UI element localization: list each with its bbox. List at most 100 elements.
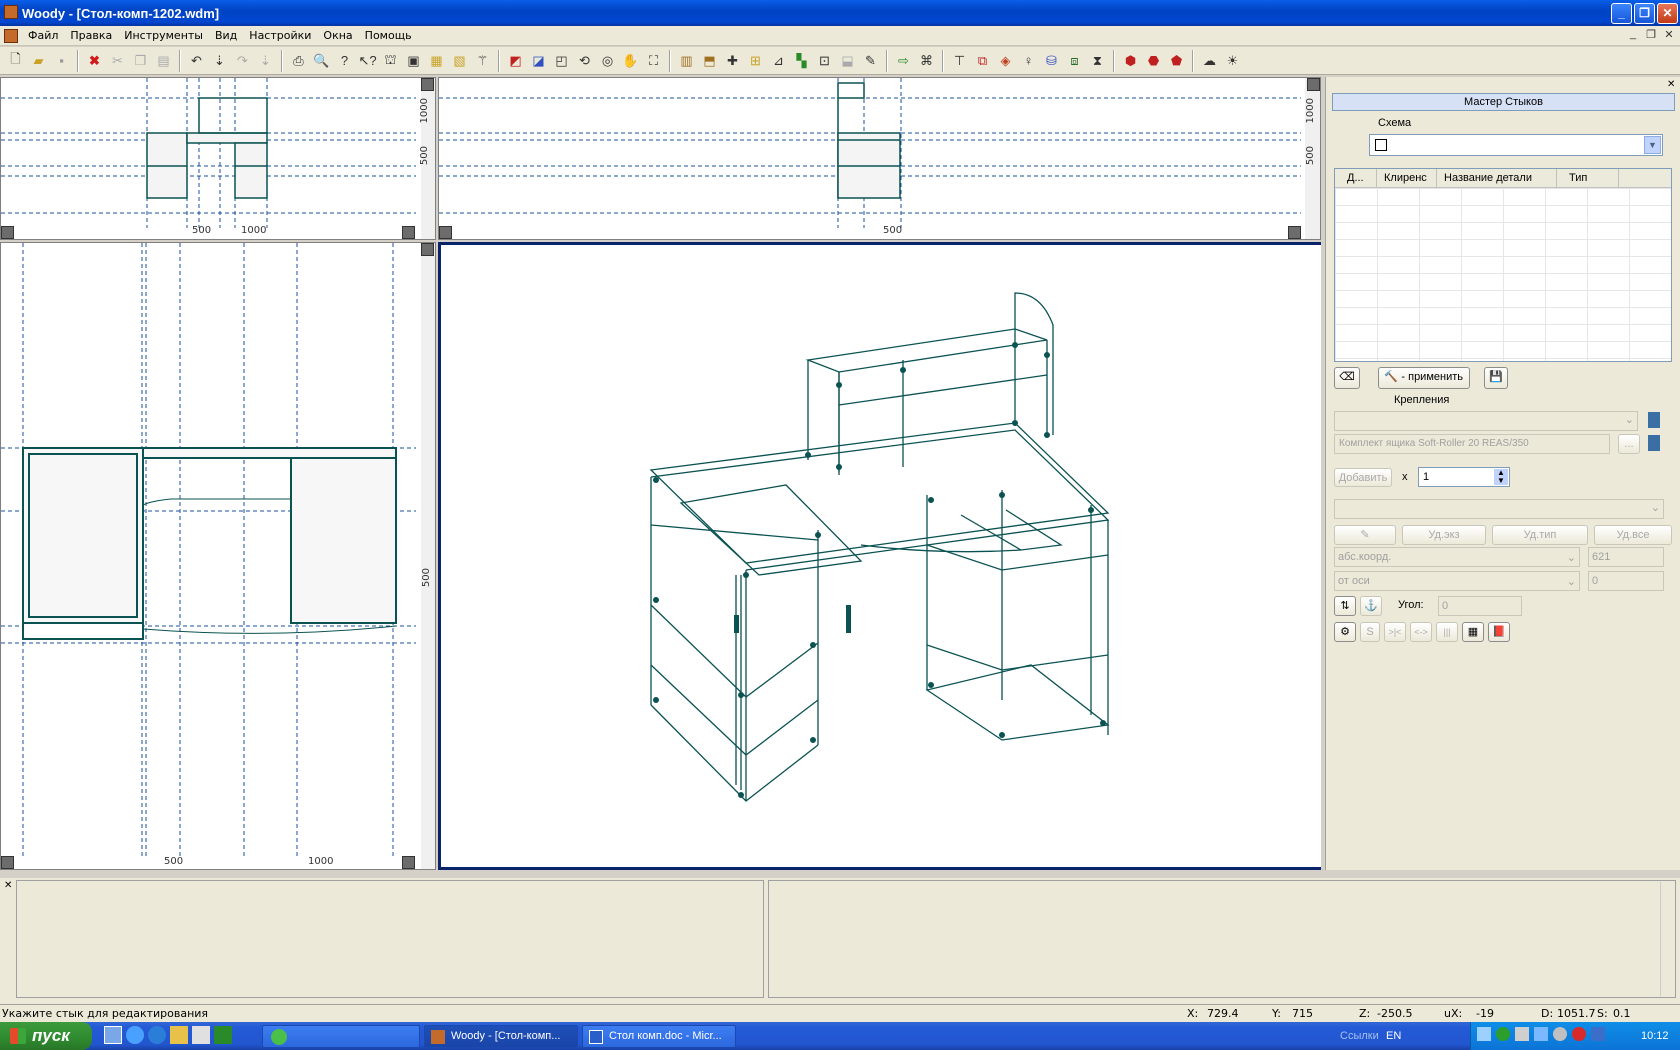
top-corner-br-icon[interactable] [402,856,415,869]
gear-button[interactable]: ⚙ [1334,622,1356,642]
start-button[interactable]: пуск [0,1022,92,1050]
undo-icon[interactable]: ↶ [186,50,207,71]
menu-settings[interactable]: Настройки [243,29,317,42]
drawer-icon[interactable]: ⊡ [814,50,835,71]
explorer-icon[interactable] [170,1026,188,1044]
joint-select[interactable]: ⌄ [1334,499,1664,519]
redo-list-icon[interactable]: ⇣ [255,50,276,71]
orbit-icon[interactable]: ◎ [597,50,618,71]
menu-file[interactable]: Файл [22,29,64,42]
task-app-quick[interactable] [262,1025,420,1048]
top-corner-tr-icon[interactable] [421,243,434,256]
edit-tool-icon[interactable]: ✎ [860,50,881,71]
front-corner-bl-icon[interactable] [1,226,14,239]
col-clearance[interactable]: Клиренс [1377,169,1437,187]
print-icon[interactable]: ⎙ [288,50,309,71]
col-d[interactable]: Д... [1335,169,1377,187]
new-file-icon[interactable]: 🗋 [5,50,26,71]
front-viewport[interactable]: 500 1000 1000 500 [0,77,436,240]
light-icon[interactable]: ☁ [1199,50,1220,71]
anchor-button[interactable]: ⚓ [1360,596,1382,616]
project-icon[interactable] [214,1026,232,1044]
tray-sync-icon[interactable] [1553,1027,1567,1041]
joint-icon[interactable]: ✚ [722,50,743,71]
flip-button[interactable]: ⇅ [1334,596,1356,616]
scheme-select[interactable]: ▼ [1369,134,1663,156]
zoom-extents-icon[interactable]: ⛶ [643,50,664,71]
eraser-button[interactable]: ⌫ [1334,367,1360,389]
box-icon[interactable]: ⬒ [699,50,720,71]
color-icon[interactable]: ▚ [791,50,812,71]
help-icon[interactable]: ? [334,50,355,71]
delete-all-button[interactable]: Уд.все [1594,525,1672,545]
top-viewport[interactable]: 500 1000 500 [0,242,436,870]
pan-icon[interactable]: ✋ [620,50,641,71]
show-desktop-icon[interactable] [104,1026,122,1044]
layers-icon[interactable]: ▦ [426,50,447,71]
side-viewport[interactable]: 500 1000 500 [438,77,1321,240]
cut-icon[interactable]: ✂ [107,50,128,71]
tray-volume-icon[interactable] [1515,1027,1529,1041]
output-pane-left[interactable] [16,880,764,998]
axis-mode-select[interactable]: от оси ⌄ [1334,571,1580,591]
undo-list-icon[interactable]: ⇣ [209,50,230,71]
tray-shield-icon[interactable] [1496,1027,1510,1041]
mini-spread-button[interactable]: <-> [1410,622,1432,642]
copy-icon[interactable]: ❐ [130,50,151,71]
parts-table[interactable]: Д... Клиренс Название детали Тип [1334,168,1672,362]
output-close-icon[interactable]: ✕ [4,880,12,891]
pick-button[interactable]: ✎ [1334,525,1396,545]
output-pane-right[interactable] [768,880,1676,998]
materials-icon[interactable]: ▧ [449,50,470,71]
count-stepper[interactable]: 1 ▲ ▼ [1418,467,1510,487]
library-icon[interactable]: ⛫ [380,50,401,71]
fastening-type-select[interactable]: ⌄ [1334,411,1638,431]
front-corner-tl-icon[interactable] [421,78,434,91]
marker-icon[interactable]: ♀ [1018,50,1039,71]
mini-join-button[interactable]: >|< [1384,622,1406,642]
tray-antivirus-icon[interactable] [1591,1027,1605,1041]
menu-help[interactable]: Помощь [359,29,418,42]
save-joints-button[interactable]: 💾 [1484,367,1508,389]
links-toolbar[interactable]: Ссылки [1340,1030,1379,1042]
fastening-list2-icon[interactable] [1648,435,1660,451]
delete-instance-button[interactable]: Уд.экз [1402,525,1486,545]
restore-button[interactable]: ❐ [1634,3,1655,24]
coord-mode-select[interactable]: абс.коорд. ⌄ [1334,547,1580,567]
select-part-icon[interactable]: ◩ [505,50,526,71]
tray-network-icon[interactable] [1477,1027,1491,1041]
view-iso-icon[interactable]: ⧉ [972,50,993,71]
output-scrollbar[interactable] [1660,882,1674,996]
dimension-icon[interactable]: ⊿ [768,50,789,71]
preview-icon[interactable]: 🔍 [311,50,332,71]
save-icon[interactable]: ▪ [51,50,72,71]
menu-edit[interactable]: Правка [64,29,118,42]
fastening-list-icon[interactable] [1648,412,1660,428]
cylinder-icon[interactable]: ⛁ [1041,50,1062,71]
front-corner-br-icon[interactable] [402,226,415,239]
perspective-viewport[interactable] [438,242,1321,870]
chevron-down-icon[interactable]: ▼ [1644,136,1661,154]
rotate-view-icon[interactable]: ⟲ [574,50,595,71]
mdi-close-icon[interactable]: ✕ [1661,28,1677,43]
mini-bars-button[interactable]: ||| [1436,622,1458,642]
side-corner-tr-icon[interactable] [1307,78,1320,91]
language-indicator[interactable]: EN [1386,1030,1401,1042]
browser-icon[interactable] [148,1026,166,1044]
zoom-window-icon[interactable]: ◰ [551,50,572,71]
col-type[interactable]: Тип [1557,169,1619,187]
task-woody[interactable]: Woody - [Стол-комп... [424,1025,578,1048]
mdi-minimize-icon[interactable]: _ [1625,28,1641,43]
tool-red-3-icon[interactable]: ⬟ [1166,50,1187,71]
open-file-icon[interactable]: ▰ [28,50,49,71]
task-word[interactable]: Стол комп.doc - Micr... [582,1025,736,1048]
mdi-restore-icon[interactable]: ❐ [1643,28,1659,43]
book-button[interactable]: 📕 [1488,622,1510,642]
export-icon[interactable]: ⇨ [893,50,914,71]
menu-tools[interactable]: Инструменты [118,29,209,42]
axis-value-stepper[interactable]: 0 [1588,571,1664,591]
app-quick-icon[interactable] [192,1026,210,1044]
network-icon[interactable]: ⌘ [916,50,937,71]
doc-icon[interactable] [4,28,18,43]
side-corner-br-icon[interactable] [1288,226,1301,239]
